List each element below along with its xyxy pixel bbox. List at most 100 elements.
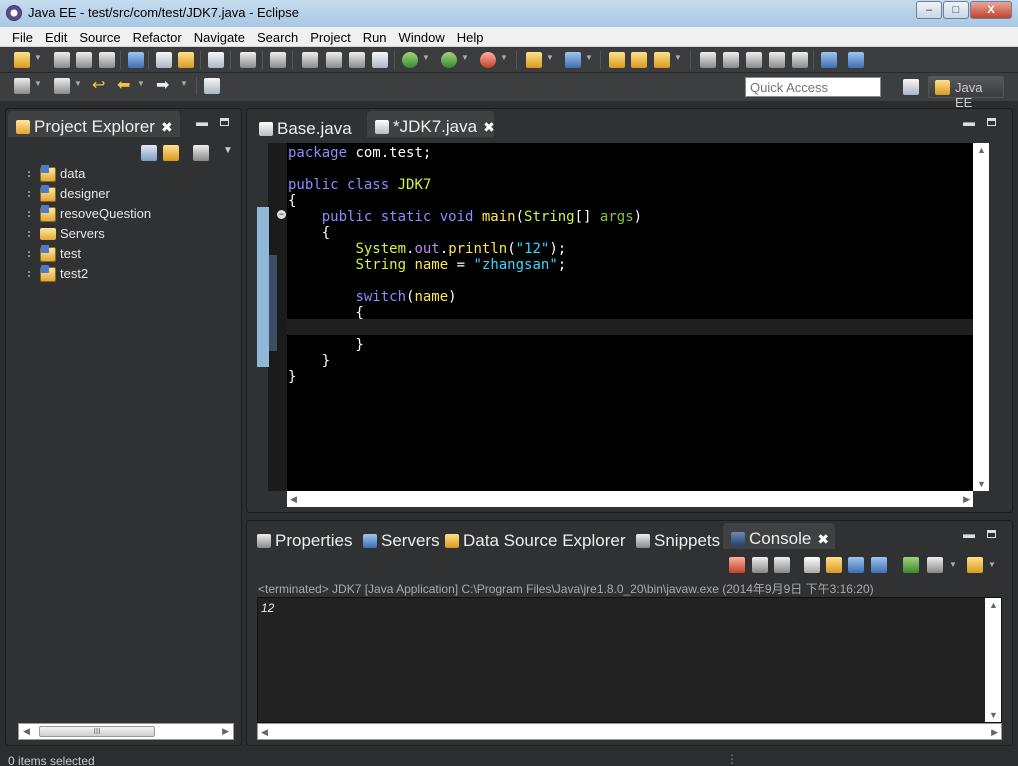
filters-icon[interactable] [193, 145, 209, 161]
tree-item-designer[interactable]: designer [6, 185, 241, 205]
close-icon[interactable]: ✖ [483, 119, 495, 135]
code-editor[interactable] [287, 143, 973, 491]
tab-jdk7-java[interactable]: *JDK7.java ✖ [367, 111, 495, 137]
minimize-icon[interactable]: ▬ [963, 527, 975, 541]
remove-all-terminated-icon[interactable] [774, 557, 790, 573]
publish-icon[interactable] [178, 52, 194, 68]
maximize-button[interactable]: □ [943, 1, 969, 19]
quick-access-input[interactable] [745, 77, 881, 97]
new-server-icon[interactable] [156, 52, 172, 68]
new-icon[interactable] [14, 52, 30, 68]
tree-item-test2[interactable]: test2 [6, 265, 241, 285]
tab-console[interactable]: Console ✖ [723, 523, 835, 549]
save-icon[interactable] [54, 52, 70, 68]
expand-icon[interactable] [28, 211, 32, 217]
tab-servers[interactable]: Servers [355, 525, 448, 551]
scroll-left-icon[interactable]: ◀ [261, 727, 268, 738]
search-icon[interactable] [654, 52, 670, 68]
tab-properties[interactable]: Properties [249, 525, 360, 551]
pages-icon[interactable] [792, 52, 808, 68]
refresh-icon[interactable] [240, 52, 256, 68]
menu-help[interactable]: Help [451, 27, 490, 46]
new-java-project-icon[interactable] [526, 52, 542, 68]
skip-breakpoints-icon[interactable] [128, 52, 144, 68]
expand-icon[interactable] [28, 231, 32, 237]
new-dropdown-icon[interactable]: ▼ [34, 53, 42, 62]
external-tools-dropdown-icon[interactable]: ▼ [500, 53, 508, 62]
debug-icon[interactable] [402, 52, 418, 68]
toggle-mark-icon[interactable] [208, 52, 224, 68]
collapse-all-icon[interactable] [141, 145, 157, 161]
scroll-right-icon[interactable]: ▶ [963, 494, 970, 505]
menu-file[interactable]: File [6, 27, 39, 46]
pin-console-icon[interactable] [903, 557, 919, 573]
tab-snippets[interactable]: Snippets [628, 525, 728, 551]
maximize-icon[interactable] [987, 118, 996, 126]
minimize-icon[interactable]: ▬ [963, 115, 975, 129]
scroll-up-icon[interactable]: ▲ [977, 145, 986, 155]
run-icon[interactable] [441, 52, 457, 68]
close-icon[interactable]: ✖ [817, 531, 829, 547]
back-dropdown-icon[interactable]: ▼ [137, 79, 145, 88]
scrollbar-thumb[interactable]: III [39, 726, 155, 737]
terminate-icon[interactable] [729, 557, 745, 573]
forward-icon[interactable]: ➡ [156, 78, 174, 94]
menu-navigate[interactable]: Navigate [188, 27, 251, 46]
pin-editor-icon[interactable] [204, 78, 220, 94]
show-on-output-icon[interactable] [848, 557, 864, 573]
previous-annotation-dropdown-icon[interactable]: ▼ [74, 79, 82, 88]
save-all-icon[interactable] [76, 52, 92, 68]
scroll-up-icon[interactable]: ▲ [989, 600, 998, 610]
pen-icon[interactable] [723, 52, 739, 68]
tree-item-test[interactable]: test [6, 245, 241, 265]
open-type-icon[interactable] [609, 52, 625, 68]
view-menu-icon[interactable]: ▼ [223, 145, 233, 156]
document-icon[interactable] [769, 52, 785, 68]
explorer-horizontal-scrollbar[interactable]: ◀ III ▶ [18, 723, 234, 740]
editor-horizontal-scrollbar[interactable]: ◀ ▶ [287, 491, 973, 507]
suspend-icon[interactable] [326, 52, 342, 68]
menu-search[interactable]: Search [251, 27, 304, 46]
next-annotation-icon[interactable] [14, 78, 30, 94]
expand-icon[interactable] [28, 171, 32, 177]
external-tools-icon[interactable] [480, 52, 496, 68]
menu-source[interactable]: Source [73, 27, 126, 46]
menu-window[interactable]: Window [393, 27, 451, 46]
print-icon[interactable] [99, 52, 115, 68]
step-over-icon[interactable] [270, 52, 286, 68]
java-ee-perspective-button[interactable]: Java EE [928, 76, 1004, 110]
scroll-right-icon[interactable]: ▶ [222, 726, 229, 737]
last-edit-icon[interactable]: ↩ [92, 78, 110, 94]
tree-item-servers[interactable]: Servers [6, 225, 241, 245]
web-service-icon[interactable] [848, 52, 864, 68]
display-console-icon[interactable] [927, 557, 943, 573]
scroll-right-icon[interactable]: ▶ [991, 727, 998, 738]
open-perspective-icon[interactable] [903, 79, 919, 95]
debug-dropdown-icon[interactable]: ▼ [422, 53, 430, 62]
show-on-error-icon[interactable] [871, 557, 887, 573]
open-console-icon[interactable] [967, 557, 983, 573]
minimize-icon[interactable]: ▬ [196, 115, 208, 129]
new-java-project-dropdown-icon[interactable]: ▼ [546, 53, 554, 62]
expand-icon[interactable] [28, 271, 32, 277]
scroll-lock-icon[interactable] [826, 557, 842, 573]
back-icon[interactable]: ⬅ [117, 78, 135, 94]
editor-vertical-scrollbar[interactable]: ▲ ▼ [973, 143, 989, 491]
tab-data-source-explorer[interactable]: Data Source Explorer [437, 525, 634, 551]
annotation-icon[interactable] [700, 52, 716, 68]
globe-icon[interactable] [821, 52, 837, 68]
open-console-dropdown-icon[interactable]: ▼ [988, 560, 996, 569]
close-button[interactable]: X [970, 1, 1012, 19]
run-dropdown-icon[interactable]: ▼ [461, 53, 469, 62]
disconnect-icon[interactable] [372, 52, 388, 68]
scroll-left-icon[interactable]: ◀ [290, 494, 297, 505]
new-java-class-dropdown-icon[interactable]: ▼ [585, 53, 593, 62]
minimize-button[interactable]: – [916, 1, 942, 19]
remove-launch-icon[interactable] [752, 557, 768, 573]
console-horizontal-scrollbar[interactable]: ◀ ▶ [257, 723, 1002, 740]
menu-project[interactable]: Project [304, 27, 356, 46]
clear-console-icon[interactable] [804, 557, 820, 573]
console-output[interactable]: 12 [257, 597, 1002, 723]
maximize-icon[interactable] [987, 530, 996, 538]
scroll-down-icon[interactable]: ▼ [977, 479, 986, 489]
